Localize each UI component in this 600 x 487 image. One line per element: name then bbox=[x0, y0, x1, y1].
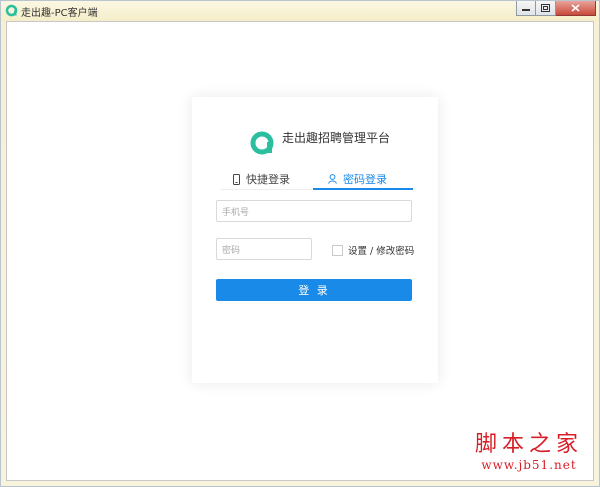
minimize-icon bbox=[522, 9, 530, 11]
login-button[interactable]: 登 录 bbox=[216, 279, 412, 301]
phone-icon bbox=[233, 173, 240, 185]
restore-icon bbox=[541, 4, 550, 12]
app-logo-icon bbox=[5, 4, 18, 17]
watermark: 脚本之家 www.jb51.net bbox=[475, 432, 583, 472]
watermark-title: 脚本之家 bbox=[474, 432, 583, 457]
app-window: 走出趣-PC客户端 走出趣招聘管理平台 快捷登录 密码登录 手机号 密码 设置 … bbox=[0, 0, 600, 487]
set-password-checkbox[interactable] bbox=[332, 244, 343, 256]
set-password-option[interactable]: 设置 / 修改密码 bbox=[332, 243, 414, 257]
client-area: 走出趣招聘管理平台 快捷登录 密码登录 手机号 密码 设置 / 修改密码 登 录 bbox=[6, 21, 594, 481]
tab-password-login-label: 密码登录 bbox=[343, 173, 387, 186]
tab-password-login[interactable]: 密码登录 bbox=[328, 169, 387, 189]
set-password-label: 设置 / 修改密码 bbox=[348, 246, 415, 257]
minimize-button[interactable] bbox=[516, 1, 536, 16]
active-tab-indicator bbox=[313, 188, 413, 190]
password-placeholder: 密码 bbox=[222, 245, 241, 256]
tab-quick-login[interactable]: 快捷登录 bbox=[233, 169, 290, 189]
window-title: 走出趣-PC客户端 bbox=[21, 8, 98, 19]
brand-title: 走出趣招聘管理平台 bbox=[282, 131, 391, 145]
brand-logo-icon bbox=[250, 131, 274, 155]
close-button[interactable] bbox=[556, 1, 596, 16]
phone-placeholder: 手机号 bbox=[222, 207, 250, 218]
tab-quick-login-label: 快捷登录 bbox=[246, 173, 290, 186]
phone-input[interactable]: 手机号 bbox=[216, 200, 412, 222]
password-input[interactable]: 密码 bbox=[216, 238, 312, 260]
title-bar[interactable]: 走出趣-PC客户端 bbox=[1, 1, 599, 21]
login-tabs: 快捷登录 密码登录 bbox=[221, 169, 413, 190]
window-controls bbox=[516, 1, 596, 17]
restore-button[interactable] bbox=[536, 1, 556, 16]
watermark-url: www.jb51.net bbox=[481, 458, 577, 472]
user-icon bbox=[328, 174, 337, 184]
login-card: 走出趣招聘管理平台 快捷登录 密码登录 手机号 密码 设置 / 修改密码 登 录 bbox=[192, 97, 438, 383]
close-icon bbox=[571, 4, 580, 12]
